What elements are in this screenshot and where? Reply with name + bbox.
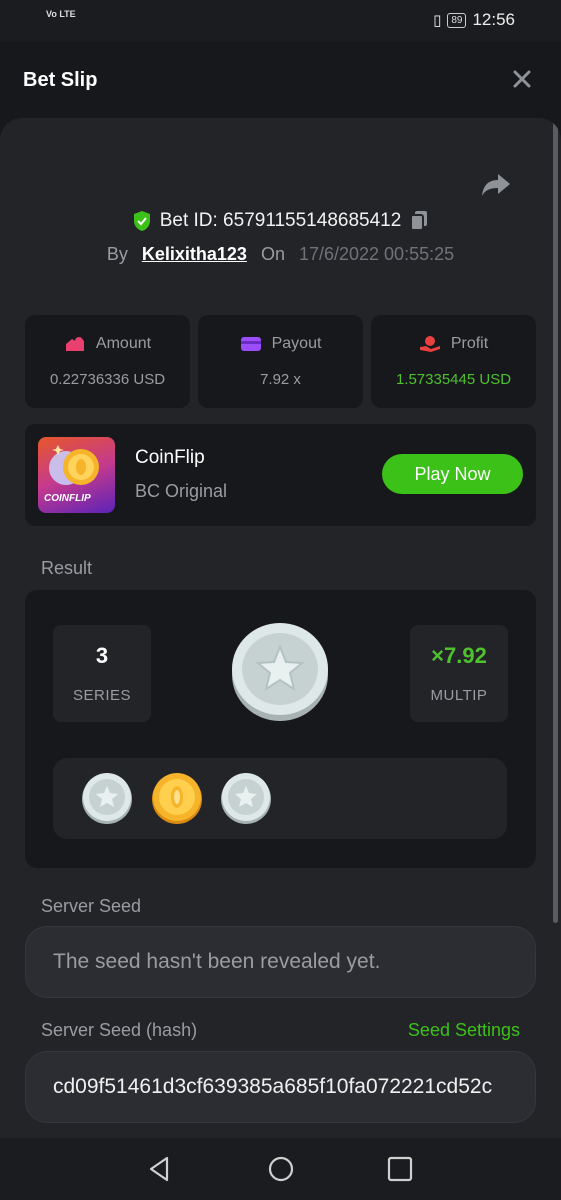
amount-card: Amount 0.22736336 USD — [25, 315, 190, 408]
server-seed-hash-field[interactable]: cd09f51461d3cf639385a685f10fa072221cd52c — [25, 1051, 536, 1123]
server-seed-hash-label: Server Seed (hash) — [41, 1020, 198, 1040]
amount-header: Amount — [25, 335, 190, 353]
coinflip-thumbnail[interactable]: COINFLIP — [38, 437, 115, 513]
recents-icon[interactable] — [385, 1154, 415, 1184]
network-indicator: Vo LTE — [46, 10, 76, 19]
thumb-caption: COINFLIP — [44, 493, 91, 504]
silver-coin-icon — [221, 773, 271, 824]
home-icon[interactable] — [266, 1154, 296, 1184]
multiplier-label: MULTIP — [430, 687, 488, 704]
profit-label: Profit — [450, 335, 489, 352]
copy-icon[interactable] — [409, 210, 429, 232]
status-right: ▯ 89 12:56 — [433, 10, 515, 30]
bet-meta-row: By Kelixitha123 On 17/6/2022 00:55:25 — [0, 244, 561, 265]
payout-label: Payout — [271, 335, 322, 352]
amount-value: 0.22736336 USD — [49, 371, 166, 388]
payout-card: Payout 7.92 x — [198, 315, 363, 408]
close-button[interactable] — [509, 66, 535, 92]
page-title: Bet Slip — [23, 69, 98, 91]
seed-settings-link[interactable]: Seed Settings — [408, 1020, 520, 1041]
carrier-label: Vo LTE — [46, 9, 76, 19]
vibrate-icon: ▯ — [433, 12, 442, 29]
gold-coin-icon — [152, 773, 202, 824]
share-icon[interactable] — [480, 170, 512, 198]
game-subtitle: BC Original — [135, 481, 228, 501]
amount-icon — [65, 337, 84, 351]
game-card: COINFLIP CoinFlip BC Original Play Now — [25, 424, 536, 526]
bet-slip-header: Bet Slip — [0, 42, 561, 120]
profit-value: 1.57335445 USD — [395, 371, 512, 388]
shield-check-icon — [133, 211, 150, 231]
back-icon[interactable] — [145, 1154, 175, 1184]
series-box: 3 SERIES — [53, 625, 151, 722]
time: 12:56 — [472, 10, 515, 29]
close-icon — [513, 70, 531, 88]
silver-coin-icon — [82, 773, 132, 824]
bet-slip-sheet[interactable]: Bet ID: 65791155148685412 By Kelixitha12… — [0, 118, 561, 1138]
payout-header: Payout — [198, 335, 363, 353]
multiplier-value: ×7.92 — [431, 643, 487, 668]
silver-coin-icon — [232, 623, 328, 721]
system-nav-bar — [0, 1138, 561, 1200]
profit-header: Profit — [371, 335, 536, 353]
bet-id-row: Bet ID: 65791155148685412 — [0, 210, 561, 232]
flip-history — [53, 758, 507, 839]
card-icon — [240, 337, 261, 351]
multiplier-box: ×7.92 MULTIP — [410, 625, 508, 722]
series-value: 3 — [95, 643, 109, 668]
game-name: CoinFlip — [135, 447, 205, 468]
result-panel: 3 SERIES ×7.92 MULTIP — [25, 590, 536, 868]
battery-indicator: 89 — [447, 12, 467, 28]
by-label: By — [106, 244, 128, 264]
profit-card: Profit 1.57335445 USD — [371, 315, 536, 408]
status-bar: Vo LTE ▯ 89 12:56 — [0, 0, 561, 42]
play-now-button[interactable]: Play Now — [382, 454, 523, 494]
series-label: SERIES — [72, 687, 132, 704]
bet-id: Bet ID: 65791155148685412 — [159, 210, 402, 231]
amount-label: Amount — [95, 335, 152, 352]
bet-date: 17/6/2022 00:55:25 — [298, 244, 455, 264]
profit-icon — [419, 336, 440, 352]
username-link[interactable]: Kelixitha123 — [142, 244, 247, 265]
server-seed-label: Server Seed — [41, 896, 142, 916]
result-label: Result — [41, 558, 93, 578]
on-label: On — [260, 244, 285, 264]
scrollbar[interactable] — [553, 118, 558, 923]
server-seed-field[interactable]: The seed hasn't been revealed yet. — [25, 926, 536, 998]
payout-value: 7.92 x — [260, 371, 301, 388]
